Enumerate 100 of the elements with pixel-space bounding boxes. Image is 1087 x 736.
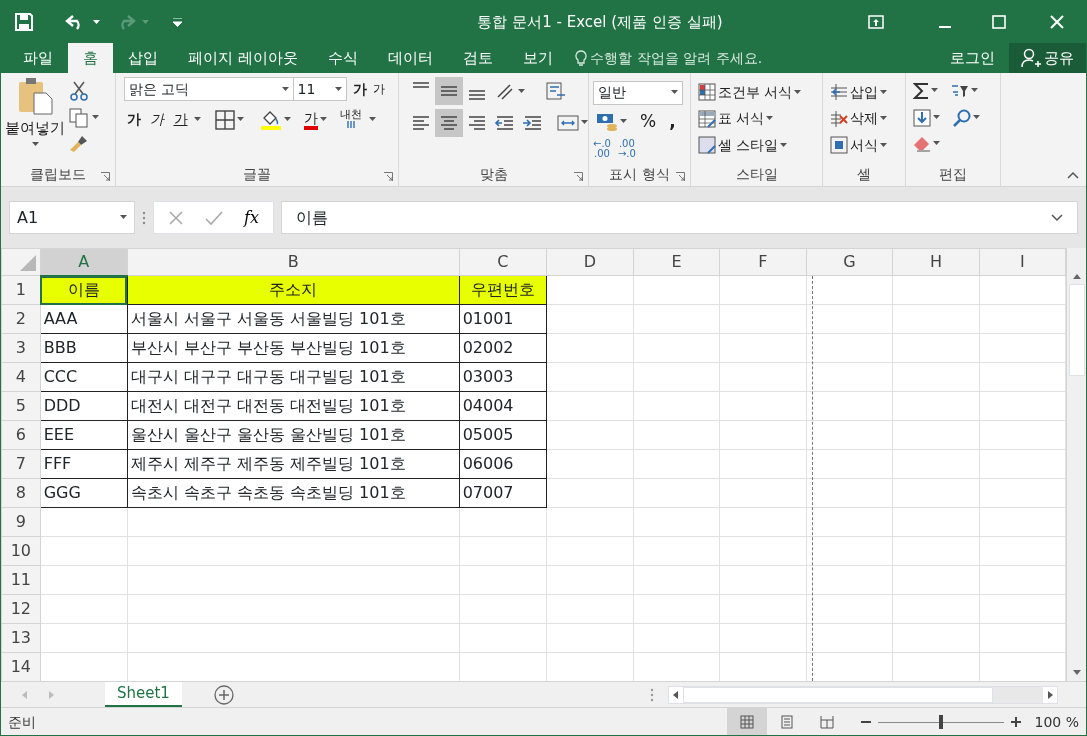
font-color-button[interactable]: 가: [301, 108, 330, 131]
formula-field[interactable]: 이름: [280, 201, 1078, 234]
splitter-icon[interactable]: [650, 687, 654, 702]
table-cell: 우편번호: [459, 275, 547, 305]
caret-icon: [142, 19, 149, 25]
column-header[interactable]: D: [546, 248, 634, 276]
bold-button[interactable]: 가: [123, 108, 144, 131]
save-icon[interactable]: [15, 13, 33, 31]
tell-me-field[interactable]: 수행할 작업을 알려 주세요.: [590, 47, 831, 69]
customize-icon[interactable]: [173, 17, 182, 27]
row-header[interactable]: 10: [1, 536, 41, 566]
view-button[interactable]: [726, 708, 767, 735]
format-cells-icon: [830, 136, 848, 154]
caret-icon: [931, 88, 938, 93]
dialog-launcher-icon[interactable]: [676, 172, 685, 181]
ribbon-tab[interactable]: 페이지 레이아웃: [173, 43, 313, 73]
insert-cells-button[interactable]: 삽입: [827, 80, 901, 104]
column-header[interactable]: E: [633, 248, 720, 276]
column-header[interactable]: C: [459, 248, 547, 276]
row-header[interactable]: 12: [1, 594, 41, 624]
scroll-down-icon[interactable]: [1071, 669, 1082, 677]
underline-button[interactable]: 가: [170, 108, 191, 131]
ribbon-tab[interactable]: 파일: [8, 43, 68, 73]
shrink-font-button[interactable]: 가: [370, 79, 388, 99]
row-header[interactable]: 14: [1, 652, 41, 681]
ribbon-tab[interactable]: 검토: [447, 43, 508, 73]
expand-icon[interactable]: [1051, 213, 1063, 222]
row-header[interactable]: 11: [1, 565, 41, 595]
phonetic-button[interactable]: 내천: [337, 109, 365, 130]
align-button[interactable]: [434, 108, 463, 137]
caret-icon: [933, 115, 940, 120]
font-size-dropdown[interactable]: 11: [293, 77, 347, 101]
zoom-slider-thumb[interactable]: [938, 715, 943, 729]
align-button[interactable]: [434, 77, 463, 105]
dialog-launcher-icon[interactable]: [574, 172, 583, 181]
cell-style-button[interactable]: 셀 스타일: [695, 133, 818, 157]
column-header[interactable]: G: [806, 248, 893, 276]
row-header[interactable]: 6: [1, 420, 41, 450]
italic-button[interactable]: 가: [147, 108, 167, 131]
scroll-up-icon[interactable]: [1071, 272, 1082, 280]
conditional-format-button[interactable]: 조건부 서식: [695, 80, 818, 104]
ribbon-tab[interactable]: 삽입: [113, 43, 173, 73]
number-format-dropdown[interactable]: 일반: [593, 80, 683, 105]
zoom-level[interactable]: 100 %: [1034, 711, 1079, 733]
row-header[interactable]: 5: [1, 391, 41, 421]
fill-button[interactable]: [910, 107, 943, 128]
table-cell: 02002: [459, 333, 547, 363]
grow-font-button[interactable]: 가: [350, 77, 370, 101]
column-header[interactable]: I: [979, 248, 1066, 276]
row-header[interactable]: 2: [1, 304, 41, 334]
scissors-icon[interactable]: [68, 80, 89, 101]
delete-cells-button[interactable]: 삭제: [827, 107, 901, 130]
ribbon-tab[interactable]: 데이터: [372, 43, 448, 73]
row-header[interactable]: 3: [1, 333, 41, 363]
paint-bucket-icon: [260, 109, 282, 130]
ribbon-tab[interactable]: 수식: [312, 43, 373, 73]
sort-filter-icon: [951, 82, 969, 99]
decrease-decimal-button[interactable]: .00 →.0: [617, 139, 636, 159]
collapse-ribbon-icon[interactable]: [1067, 171, 1079, 179]
insert-function-button[interactable]: fx: [244, 205, 259, 230]
ribbon-tab[interactable]: 홈: [68, 43, 113, 73]
table-format-button[interactable]: 표 서식: [695, 107, 818, 130]
scroll-thumb[interactable]: [683, 686, 993, 703]
column-header[interactable]: H: [892, 248, 980, 276]
paste-button[interactable]: 붙여넣기: [5, 77, 65, 164]
column-header[interactable]: F: [719, 248, 807, 276]
copy-icon[interactable]: [68, 107, 89, 128]
autosum-button[interactable]: [910, 80, 941, 101]
caret-icon[interactable]: [93, 19, 100, 25]
brush-icon[interactable]: [68, 134, 89, 153]
percent-button[interactable]: %: [637, 108, 660, 136]
name-box[interactable]: A1: [9, 201, 135, 234]
caret-icon: [320, 117, 327, 122]
close-icon[interactable]: [1050, 15, 1064, 29]
row-header[interactable]: 13: [1, 623, 41, 653]
zoom-in-icon[interactable]: [1010, 717, 1021, 727]
row-header[interactable]: 7: [1, 449, 41, 479]
ribbon-display-icon[interactable]: [868, 15, 884, 29]
caret-icon: [671, 90, 678, 95]
row-header[interactable]: 8: [1, 478, 41, 508]
login-link[interactable]: 로그인: [949, 46, 995, 70]
increase-decimal-button[interactable]: ←.0 .00: [593, 139, 611, 159]
column-header[interactable]: A: [40, 248, 128, 276]
group-label: 글꼴: [242, 165, 272, 184]
font-name-dropdown[interactable]: 맑은 고딕: [123, 77, 294, 101]
comma-button[interactable]: ,: [666, 108, 679, 136]
share-button[interactable]: 공유: [1008, 43, 1086, 73]
scroll-thumb[interactable]: [1068, 284, 1085, 376]
row-header[interactable]: 4: [1, 362, 41, 392]
ribbon-tab[interactable]: 보기: [507, 43, 568, 73]
add-sheet-icon[interactable]: [213, 684, 234, 705]
dialog-launcher-icon[interactable]: [384, 172, 393, 181]
dialog-launcher-icon[interactable]: [101, 172, 110, 181]
maximize-icon[interactable]: [992, 15, 1006, 29]
row-header[interactable]: 9: [1, 507, 41, 537]
caret-icon: [933, 141, 940, 146]
row-header[interactable]: 1: [1, 275, 41, 305]
format-cells-button[interactable]: 서식: [827, 133, 901, 157]
column-header[interactable]: B: [127, 248, 460, 276]
sheet-tab[interactable]: Sheet1: [105, 682, 182, 707]
